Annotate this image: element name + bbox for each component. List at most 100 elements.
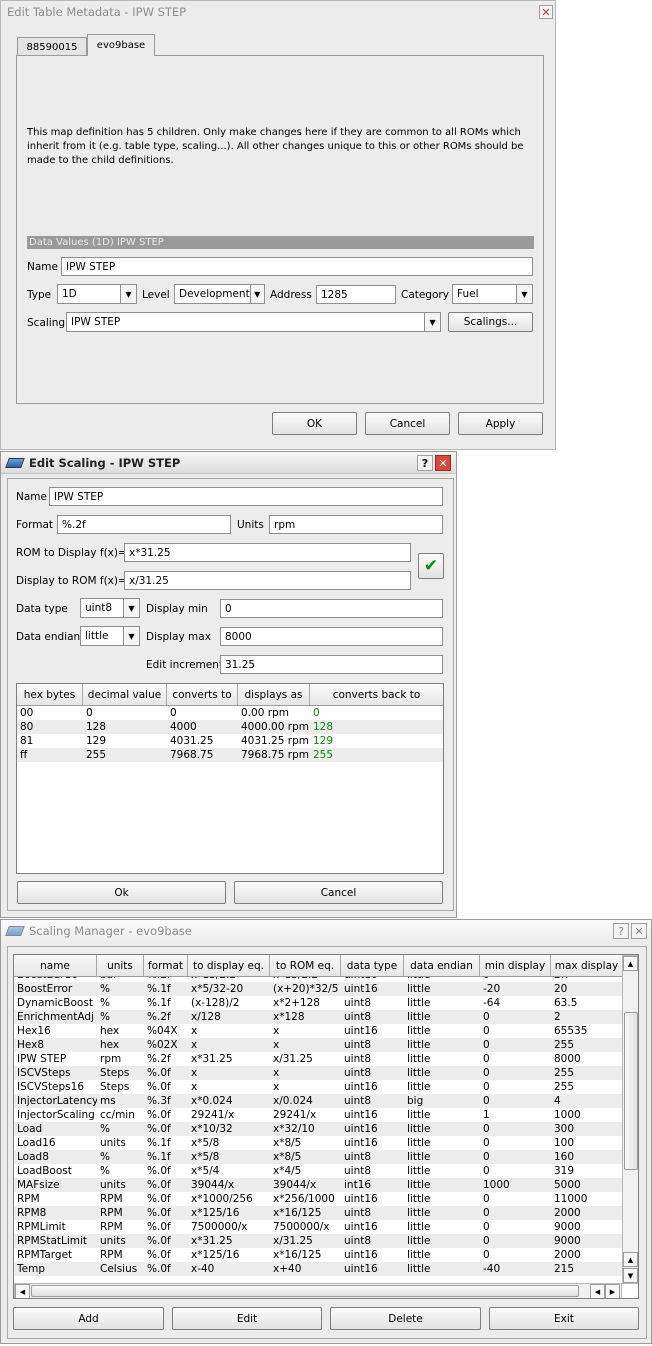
table-cell: uint8 <box>344 1095 372 1107</box>
table-row[interactable]: 81 129 4031.25 4031.25 rpm 129 <box>17 734 443 748</box>
column-header[interactable]: data endian <box>404 955 480 976</box>
format-input[interactable]: %.2f <box>57 515 231 534</box>
scaling-ok-button[interactable]: Ok <box>17 881 226 904</box>
scaling-close-icon[interactable]: ✕ <box>435 455 451 471</box>
edit-button[interactable]: Edit <box>172 1307 322 1330</box>
vertical-scroll-thumb[interactable] <box>624 1012 638 1170</box>
display-max-input[interactable]: 8000 <box>220 627 443 646</box>
table-row[interactable]: RPMLimit RPM %.0f 7500000/x 7500000/x uint16 l… <box>14 1220 622 1234</box>
name-input[interactable]: IPW STEP <box>61 257 533 276</box>
column-header[interactable]: max display <box>551 955 622 976</box>
column-header[interactable]: decimal value <box>83 684 167 705</box>
level-select[interactable]: Development ▼ <box>174 284 265 304</box>
scalings-table[interactable]: name units format to display eq. to ROM … <box>13 954 639 1299</box>
table-row[interactable]: Load8% %.1f x*5/8 x*8/5 uint8 little 0 160 <box>14 1150 622 1164</box>
table-row[interactable]: LoadBoost% %.0f x*5/4 x*4/5 uint8 little 0 319 <box>14 1164 622 1178</box>
vertical-scrollbar[interactable]: ▲ ▲ ▼ <box>622 955 638 1284</box>
metadata-ok-button[interactable]: OK <box>272 412 357 435</box>
metadata-title-bar[interactable]: Edit Table Metadata - IPW STEP <box>1 1 555 23</box>
table-row[interactable]: ISCVSteps16 Steps %.0f x x uint16 little 0 255 <box>14 1080 622 1094</box>
table-row[interactable]: 80 128 4000 4000.00 rpm 128 <box>17 720 443 734</box>
table-row[interactable]: 00 0 0 0.00 rpm 0 <box>17 706 443 720</box>
table-row[interactable]: BoostError% %.1f x*5/32-20 (x+20)*32/5 uint1… <box>14 982 622 996</box>
delete-button[interactable]: Delete <box>330 1307 481 1330</box>
table-row[interactable]: RPMStatLimit units %.0f x*31.25 x/31.25 uint8… <box>14 1234 622 1248</box>
table-row[interactable]: InjectorLatency ms %.3f x*0.024 x/0.024 uint8… <box>14 1094 622 1108</box>
table-cell: %.1f <box>147 997 171 1009</box>
table-cell: uint8 <box>344 1235 372 1247</box>
table-cell: ISCVSteps <box>17 1067 71 1079</box>
table-row[interactable]: RPM RPM %.0f x*1000/256 x*256/1000 uint16 litt… <box>14 1192 622 1206</box>
table-row[interactable]: Load16 units %.1f x*5/8 x*8/5 uint16 little 0 10… <box>14 1136 622 1150</box>
table-cell: ISCVSteps16 <box>17 1081 85 1093</box>
table-row[interactable]: Temp Celsius %.0f x-40 x+40 uint16 little -40 21… <box>14 1262 622 1276</box>
exit-button[interactable]: Exit <box>489 1307 639 1330</box>
table-row[interactable]: ISCVSteps Steps %.0f x x uint8 little 0 255 <box>14 1066 622 1080</box>
metadata-apply-button[interactable]: Apply <box>458 412 543 435</box>
address-input[interactable]: 1285 <box>316 285 396 304</box>
manager-help-icon[interactable]: ? <box>613 923 629 939</box>
metadata-window-title: Edit Table Metadata - IPW STEP <box>7 5 187 19</box>
column-header[interactable]: displays as <box>238 684 310 705</box>
column-header[interactable]: min display <box>480 955 551 976</box>
scaling-select[interactable]: IPW STEP ▼ <box>66 312 441 332</box>
table-cell: 129 <box>86 735 107 747</box>
scroll-right-icon[interactable]: ▶ <box>605 1284 620 1298</box>
table-row[interactable]: IPW STEP rpm %.2f x*31.25 x/31.25 uint8 little… <box>14 1052 622 1066</box>
table-cell: %.0f <box>147 1165 171 1177</box>
tab-88590015[interactable]: 88590015 <box>17 37 87 56</box>
scaling-name-input[interactable]: IPW STEP <box>49 487 443 506</box>
scaling-title-bar[interactable]: Edit Scaling - IPW STEP <box>1 452 456 474</box>
metadata-close-icon[interactable]: ✕ <box>539 5 553 19</box>
horizontal-scroll-thumb[interactable] <box>31 1285 579 1297</box>
table-row[interactable]: Load% %.0f x*10/32 x*32/10 uint16 little 0 300 <box>14 1122 622 1136</box>
scroll-up-icon[interactable]: ▲ <box>623 1252 638 1267</box>
rom-to-display-input[interactable]: x*31.25 <box>124 543 411 562</box>
validate-check-icon[interactable]: ✔ <box>418 553 444 579</box>
column-header[interactable]: hex bytes <box>17 684 83 705</box>
category-select[interactable]: Fuel ▼ <box>452 284 533 304</box>
table-row[interactable]: ff 255 7968.75 7968.75 rpm 255 <box>17 748 443 762</box>
manager-title-bar[interactable]: Scaling Manager - evo9base <box>1 920 651 942</box>
scroll-down-icon[interactable]: ▼ <box>623 1268 638 1283</box>
table-cell: x*16/125 <box>273 1207 322 1219</box>
table-row[interactable]: Hex16 hex %04X x x uint16 little 0 65535 <box>14 1024 622 1038</box>
scroll-left-icon[interactable]: ◀ <box>590 1284 605 1298</box>
type-select[interactable]: 1D ▼ <box>57 284 137 304</box>
table-cell: uint8 <box>344 1207 372 1219</box>
conversion-table[interactable]: hex bytes decimal value converts to disp… <box>16 683 444 874</box>
table-row[interactable]: MAFsize units %.0f 39044/x 39044/x int16 littl… <box>14 1178 622 1192</box>
horizontal-scrollbar[interactable]: ◀ ◀ ▶ <box>14 1283 622 1298</box>
scalings-button[interactable]: Scalings... <box>448 312 533 332</box>
metadata-cancel-button[interactable]: Cancel <box>365 412 450 435</box>
edit-increment-input[interactable]: 31.25 <box>220 655 443 674</box>
column-header[interactable]: name <box>14 955 97 976</box>
table-row[interactable]: RPMTarget RPM %.0f x*125/16 x*16/125 uint16 li… <box>14 1248 622 1262</box>
units-input[interactable]: rpm <box>269 515 443 534</box>
table-row[interactable]: DynamicBoost% %.1f (x-128)/2 x*2+128 uint8 li… <box>14 996 622 1010</box>
table-row[interactable]: InjectorScaling cc/min %.0f 29241/x 29241/x u… <box>14 1108 622 1122</box>
column-header[interactable]: data type <box>341 955 404 976</box>
scroll-left-icon[interactable]: ◀ <box>15 1284 30 1298</box>
data-endian-select[interactable]: little ▼ <box>80 626 140 646</box>
table-row[interactable]: Hex8 hex %02X x x uint8 little 0 255 <box>14 1038 622 1052</box>
column-header[interactable]: units <box>97 955 144 976</box>
scroll-up-icon[interactable]: ▲ <box>623 956 638 971</box>
manager-close-icon[interactable]: ✕ <box>631 923 647 939</box>
display-to-rom-input[interactable]: x/31.25 <box>124 571 411 590</box>
table-cell: little <box>407 1081 431 1093</box>
units-label: Units <box>237 519 264 531</box>
column-header[interactable]: to ROM eq. <box>270 955 341 976</box>
display-min-input[interactable]: 0 <box>220 599 443 618</box>
column-header[interactable]: to display eq. <box>188 955 270 976</box>
column-header[interactable]: format <box>144 955 188 976</box>
data-type-select[interactable]: uint8 ▼ <box>80 598 140 618</box>
table-row[interactable]: EnrichmentAdj% %.2f x/128 x*128 uint8 little 0… <box>14 1010 622 1024</box>
tab-evo9base[interactable]: evo9base <box>87 34 155 56</box>
scaling-cancel-button[interactable]: Cancel <box>234 881 443 904</box>
scaling-help-icon[interactable]: ? <box>417 455 433 471</box>
add-button[interactable]: Add <box>13 1307 164 1330</box>
column-header[interactable]: converts back to <box>310 684 443 705</box>
table-row[interactable]: RPM8 RPM %.0f x*125/16 x*16/125 uint8 little 0 2… <box>14 1206 622 1220</box>
column-header[interactable]: converts to <box>167 684 238 705</box>
